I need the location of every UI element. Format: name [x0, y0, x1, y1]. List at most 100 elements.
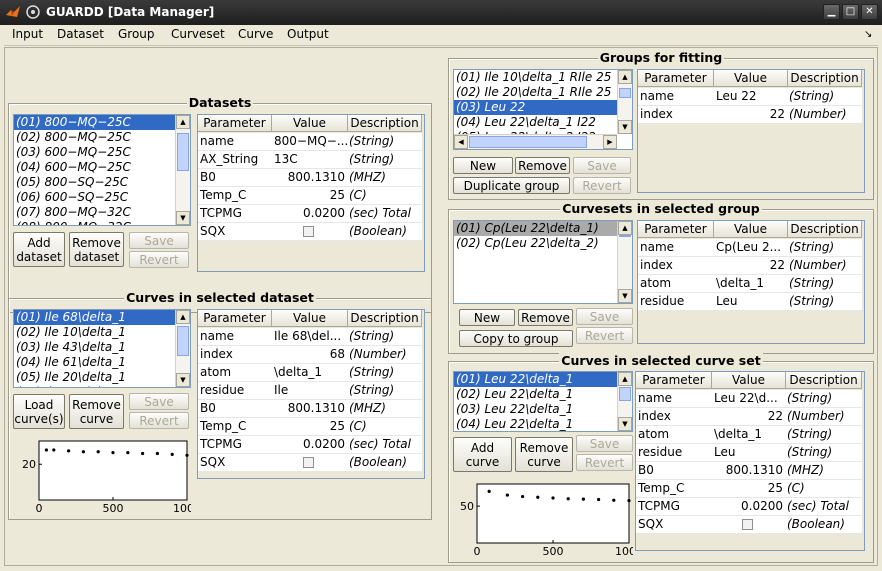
load-curves-button[interactable]: Load curve(s) [13, 394, 65, 429]
save-curve-button[interactable]: Save [129, 393, 189, 410]
table-row[interactable]: atom \delta_1 (String) [198, 364, 422, 382]
value-cell[interactable]: 800−MQ−... [272, 133, 348, 151]
list-item[interactable]: (01) Ile 10\delta_1 RIle 25 [454, 70, 617, 85]
value-cell[interactable]: Ile 68\del... [272, 328, 348, 346]
table-row[interactable]: SQX (Boolean) [198, 223, 422, 241]
menu-curveset[interactable]: Curveset [171, 27, 225, 41]
value-cell[interactable]: Ile [272, 382, 348, 400]
curveset-curve-properties-table[interactable]: Parameter Value Description name Leu 22\d...… [635, 371, 865, 551]
value-cell[interactable]: \delta_1 [272, 364, 348, 382]
list-item[interactable]: (05) 800−SQ−25C [14, 175, 175, 190]
scroll-up-icon[interactable]: ▲ [618, 372, 632, 386]
value-cell[interactable]: 25 [272, 418, 348, 436]
list-item[interactable]: (01) Leu 22\delta_1 [454, 372, 617, 387]
table-row[interactable]: B0 800.1310 (MHZ) [198, 400, 422, 418]
scroll-right-icon[interactable]: ▶ [603, 135, 617, 149]
scroll-up-icon[interactable]: ▲ [618, 221, 632, 235]
remove-curve-button[interactable]: Remove curve [69, 394, 124, 429]
table-row[interactable]: name Leu 22 (String) [638, 88, 862, 106]
scroll-down-icon[interactable]: ▼ [176, 211, 190, 225]
checkbox-icon[interactable] [742, 519, 753, 530]
value-cell[interactable]: \delta_1 [712, 426, 786, 444]
curveset-properties-table[interactable]: Parameter Value Description name Cp(Leu 2...… [637, 220, 865, 344]
sqx-checkbox[interactable] [712, 516, 786, 534]
table-row[interactable]: B0 800.1310 (MHZ) [198, 169, 422, 187]
table-row[interactable]: B0 800.1310 (MHZ) [636, 462, 862, 480]
list-item[interactable]: (07) 800−MQ−32C [14, 205, 175, 220]
table-row[interactable]: residue Ile (String) [198, 382, 422, 400]
menu-group[interactable]: Group [118, 27, 155, 41]
list-item[interactable]: (04) 600−MQ−25C [14, 160, 175, 175]
value-cell[interactable]: Leu [714, 293, 788, 311]
menu-output[interactable]: Output [287, 27, 329, 41]
table-row[interactable]: index 22 (Number) [636, 408, 862, 426]
scroll-left-icon[interactable]: ◀ [454, 135, 468, 149]
maximize-button[interactable]: □ [842, 4, 859, 20]
table-row[interactable]: AX_String 13C (String) [198, 151, 422, 169]
table-row[interactable]: Temp_C 25 (C) [636, 480, 862, 498]
list-item[interactable]: (04) Leu 22\delta_1 I22 [454, 115, 617, 130]
revert-dataset-button[interactable]: Revert [129, 251, 189, 268]
new-group-button[interactable]: New [453, 157, 513, 174]
list-item[interactable]: (01) 800−MQ−25C [14, 115, 175, 130]
remove-curveset-button[interactable]: Remove [518, 309, 573, 326]
table-row[interactable]: Temp_C 25 (C) [198, 418, 422, 436]
curvesets-listbox[interactable]: (01) Cp(Leu 22\delta_1) (02) Cp(Leu 22\de… [453, 220, 633, 304]
table-row[interactable]: residue Leu (String) [638, 293, 862, 311]
value-cell[interactable]: 68 [272, 346, 348, 364]
value-cell[interactable]: 0.0200 [272, 205, 348, 223]
value-cell[interactable]: 13C [272, 151, 348, 169]
value-cell[interactable]: 0.0200 [272, 436, 348, 454]
group-properties-table[interactable]: Parameter Value Description name Leu 22 (Stri… [637, 69, 865, 193]
remove-dataset-button[interactable]: Remove dataset [69, 232, 124, 267]
value-cell[interactable]: 25 [712, 480, 786, 498]
scroll-thumb[interactable] [177, 326, 189, 356]
curve-properties-table[interactable]: Parameter Value Description name Ile 68\del.… [197, 309, 425, 479]
table-row[interactable]: name Ile 68\del... (String) [198, 328, 422, 346]
value-cell[interactable]: 25 [272, 187, 348, 205]
vertical-scrollbar[interactable]: ▲ ▼ [617, 70, 632, 134]
list-item[interactable]: (08) 800−MQ−32C [14, 220, 175, 225]
table-row[interactable]: name Cp(Leu 2... (String) [638, 239, 862, 257]
table-row[interactable]: TCPMG 0.0200 (sec) Total [636, 498, 862, 516]
table-row[interactable]: TCPMG 0.0200 (sec) Total [198, 205, 422, 223]
menu-dataset[interactable]: Dataset [57, 27, 104, 41]
add-curve-button[interactable]: Add curve [453, 437, 512, 472]
new-curveset-button[interactable]: New [459, 309, 515, 326]
close-button[interactable]: ✕ [861, 4, 878, 20]
list-item[interactable]: (05) Ile 20\delta_1 [14, 370, 175, 385]
save-dataset-button[interactable]: Save [129, 232, 189, 249]
list-item[interactable]: (02) Leu 22\delta_1 [454, 387, 617, 402]
vertical-scrollbar[interactable]: ▲ ▼ [175, 115, 190, 225]
horizontal-scrollbar[interactable]: ◀ ▶ [454, 134, 617, 149]
scroll-thumb[interactable] [177, 133, 189, 171]
list-item[interactable]: (02) Cp(Leu 22\delta_2) [454, 236, 617, 251]
curves-curveset-listbox[interactable]: (01) Leu 22\delta_1 (02) Leu 22\delta_1 (0… [453, 371, 633, 432]
revert-curveset-curve-button[interactable]: Revert [576, 454, 633, 471]
revert-curve-button[interactable]: Revert [129, 412, 189, 429]
scroll-down-icon[interactable]: ▼ [618, 120, 632, 134]
value-cell[interactable]: 800.1310 [272, 169, 348, 187]
menu-curve[interactable]: Curve [238, 27, 273, 41]
dock-arrow-icon[interactable]: ↘ [864, 29, 872, 40]
list-item[interactable]: (06) Ile 39\delta_1 [14, 385, 175, 387]
table-row[interactable]: index 22 (Number) [638, 106, 862, 124]
scroll-thumb[interactable] [619, 235, 631, 237]
list-item[interactable]: (04) Leu 22\delta_1 [454, 417, 617, 431]
scroll-down-icon[interactable]: ▼ [618, 289, 632, 303]
table-row[interactable]: SQX (Boolean) [636, 516, 862, 534]
scroll-up-icon[interactable]: ▲ [176, 115, 190, 129]
value-cell[interactable]: 22 [714, 106, 788, 124]
table-row[interactable]: residue Leu (String) [636, 444, 862, 462]
checkbox-icon[interactable] [303, 457, 314, 468]
table-row[interactable]: TCPMG 0.0200 (sec) Total [198, 436, 422, 454]
table-row[interactable]: name 800−MQ−... (String) [198, 133, 422, 151]
sqx-checkbox[interactable] [272, 454, 348, 472]
list-item[interactable]: (03) Leu 22 [454, 100, 617, 115]
list-item[interactable]: (03) Leu 22\delta_1 [454, 402, 617, 417]
remove-group-button[interactable]: Remove [515, 157, 570, 174]
table-row[interactable]: Temp_C 25 (C) [198, 187, 422, 205]
dataset-properties-table[interactable]: Parameter Value Description name 800−MQ−...(… [197, 114, 425, 272]
scroll-thumb[interactable] [619, 387, 631, 401]
list-item[interactable]: (06) 600−SQ−25C [14, 190, 175, 205]
